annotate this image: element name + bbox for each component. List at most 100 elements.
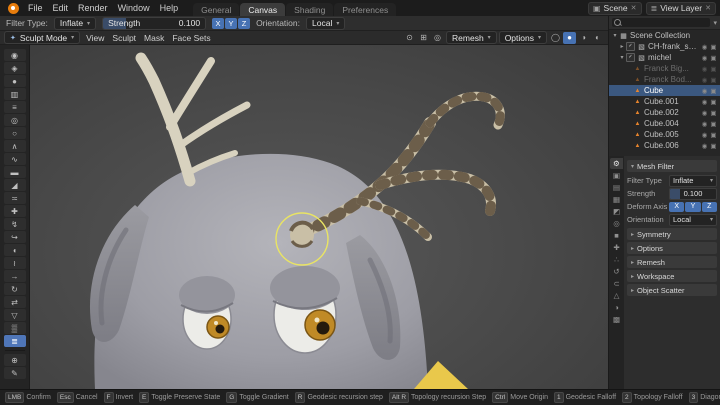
axis-toggle-y[interactable]: Y <box>225 18 237 29</box>
tool-blob[interactable]: ○ <box>4 127 26 139</box>
snap-magnet-icon[interactable]: ⊞ <box>417 32 430 44</box>
disclosure-icon[interactable]: ▾ <box>618 54 626 61</box>
shading-material-icon[interactable]: ◑ <box>577 32 590 44</box>
tool-scrape[interactable]: ◢ <box>4 179 26 191</box>
tool-flatten[interactable]: ▬ <box>4 166 26 178</box>
properties-tab-constraints-icon[interactable]: ⊂ <box>610 278 623 289</box>
section-header-remesh[interactable]: ▸Remesh <box>627 256 717 268</box>
blender-logo-icon[interactable] <box>8 3 19 14</box>
render-visibility-icon[interactable]: ▣ <box>709 120 718 128</box>
outliner-row-cube-002[interactable]: ▲Cube.002◉▣ <box>609 107 720 118</box>
axis-toggle-z[interactable]: Z <box>238 18 250 29</box>
strength-slider[interactable]: 0.100 <box>669 188 717 200</box>
tool-grab[interactable]: ✚ <box>4 205 26 217</box>
workspace-tab-general[interactable]: General <box>193 3 239 16</box>
properties-tab-modifiers-icon[interactable]: ✚ <box>610 242 623 253</box>
properties-tab-object-data-icon[interactable]: △ <box>610 290 623 301</box>
tool-smooth[interactable]: ∿ <box>4 153 26 165</box>
tool-pose[interactable]: ≀ <box>4 257 26 269</box>
tool-rotate[interactable]: ↻ <box>4 283 26 295</box>
outliner-row-cube-006[interactable]: ▲Cube.006◉▣ <box>609 140 720 151</box>
unlink-scene-icon[interactable]: ✕ <box>631 4 637 12</box>
section-header-options[interactable]: ▸Options <box>627 242 717 254</box>
deform-axis-x[interactable]: X <box>669 202 684 212</box>
filter-icon[interactable]: ▾ <box>713 19 717 27</box>
transform-pivot-icon[interactable]: ⊙ <box>403 32 416 44</box>
render-visibility-icon[interactable]: ▣ <box>709 87 718 95</box>
visibility-eye-icon[interactable]: ◉ <box>700 65 709 73</box>
outliner-row-cube[interactable]: ▲Cube◉▣ <box>609 85 720 96</box>
tool-draw-sharp[interactable]: ◈ <box>4 62 26 74</box>
unlink-view-layer-icon[interactable]: ✕ <box>705 4 711 12</box>
visibility-eye-icon[interactable]: ◉ <box>700 43 709 51</box>
workspace-tab-preferences[interactable]: Preferences <box>334 3 396 16</box>
shading-rendered-icon[interactable]: ◐ <box>591 32 604 44</box>
properties-tab-view-layer-icon[interactable]: ▦ <box>610 194 623 205</box>
orientation-dropdown[interactable]: Local ▾ <box>306 17 345 30</box>
outliner-row-cube-004[interactable]: ▲Cube.004◉▣ <box>609 118 720 129</box>
section-header-workspace[interactable]: ▸Workspace <box>627 270 717 282</box>
properties-tab-world-icon[interactable]: ◎ <box>610 218 623 229</box>
outliner-row-michel[interactable]: ▾✓▧michel◉▣ <box>609 52 720 63</box>
options-dropdown[interactable]: Options ▾ <box>499 31 547 44</box>
mode-dropdown[interactable]: ✦ Sculpt Mode ▾ <box>4 31 80 44</box>
section-header-object-scatter[interactable]: ▸Object Scatter <box>627 284 717 296</box>
properties-tab-scene-icon[interactable]: ◩ <box>610 206 623 217</box>
tool-draw[interactable]: ◉ <box>4 49 26 61</box>
filter-type-dropdown[interactable]: Inflate ▾ <box>669 175 717 187</box>
proportional-editing-icon[interactable]: ◎ <box>431 32 444 44</box>
orientation-dropdown[interactable]: Local ▾ <box>669 214 717 226</box>
render-visibility-icon[interactable]: ▣ <box>709 76 718 84</box>
visibility-eye-icon[interactable]: ◉ <box>700 120 709 128</box>
strength-slider[interactable]: Strength 0.100 <box>102 17 206 30</box>
tool-layer[interactable]: ≡ <box>4 101 26 113</box>
axis-toggle-x[interactable]: X <box>212 18 224 29</box>
outliner-row-franck-big[interactable]: ▲Franck Big...◉▣ <box>609 63 720 74</box>
viewport-menu-mask[interactable]: Mask <box>140 33 168 43</box>
render-visibility-icon[interactable]: ▣ <box>709 54 718 62</box>
visibility-eye-icon[interactable]: ◉ <box>700 54 709 62</box>
render-visibility-icon[interactable]: ▣ <box>709 109 718 117</box>
visibility-eye-icon[interactable]: ◉ <box>700 76 709 84</box>
render-visibility-icon[interactable]: ▣ <box>709 142 718 150</box>
properties-tab-output-icon[interactable]: ▤ <box>610 182 623 193</box>
tool-mask[interactable]: ▒ <box>4 322 26 334</box>
tool-crease[interactable]: ∧ <box>4 140 26 152</box>
visibility-eye-icon[interactable]: ◉ <box>700 98 709 106</box>
tool-pinch[interactable]: ≍ <box>4 192 26 204</box>
tool-annotate[interactable]: ✎ <box>4 367 26 379</box>
tool-move[interactable]: ⊕ <box>4 354 26 366</box>
filter-type-dropdown[interactable]: Inflate ▾ <box>54 17 96 30</box>
collection-checkbox[interactable]: ✓ <box>626 42 635 51</box>
outliner-row-cube-001[interactable]: ▲Cube.001◉▣ <box>609 96 720 107</box>
disclosure-icon[interactable]: ▾ <box>611 32 619 39</box>
deform-axis-z[interactable]: Z <box>702 202 717 212</box>
menu-render[interactable]: Render <box>73 3 113 13</box>
view-layer-selector[interactable]: ≣ View Layer ✕ <box>646 2 716 15</box>
properties-tab-tool-icon[interactable]: ⚙ <box>610 158 623 169</box>
menu-file[interactable]: File <box>23 3 48 13</box>
render-visibility-icon[interactable]: ▣ <box>709 98 718 106</box>
menu-help[interactable]: Help <box>155 3 184 13</box>
deform-axis-y[interactable]: Y <box>685 202 700 212</box>
properties-tab-particles-icon[interactable]: ∴ <box>610 254 623 265</box>
workspace-tab-shading[interactable]: Shading <box>286 3 333 16</box>
outliner-row-scene-collection[interactable]: ▾▦Scene Collection <box>609 30 720 41</box>
collection-checkbox[interactable]: ✓ <box>626 53 635 62</box>
workspace-tab-canvas[interactable]: Canvas <box>240 3 285 16</box>
outliner-row-ch-frank-shiny[interactable]: ▸✓▧CH-frank_shiny◉▣ <box>609 41 720 52</box>
shading-wireframe-icon[interactable]: ◯ <box>549 32 562 44</box>
disclosure-icon[interactable]: ▸ <box>618 43 626 50</box>
viewport-menu-sculpt[interactable]: Sculpt <box>108 33 140 43</box>
outliner-search-input[interactable] <box>612 18 710 27</box>
visibility-eye-icon[interactable]: ◉ <box>700 131 709 139</box>
tool-elastic-deform[interactable]: ↯ <box>4 218 26 230</box>
properties-tab-material-icon[interactable]: ◑ <box>610 302 623 313</box>
tool-thumb[interactable]: ◖ <box>4 244 26 256</box>
tool-nudge[interactable]: → <box>4 270 26 282</box>
section-header-symmetry[interactable]: ▸Symmetry <box>627 228 717 240</box>
3d-viewport[interactable] <box>30 45 608 389</box>
render-visibility-icon[interactable]: ▣ <box>709 131 718 139</box>
scene-selector[interactable]: ▣ Scene ✕ <box>588 2 642 15</box>
tool-snake-hook[interactable]: ↪ <box>4 231 26 243</box>
